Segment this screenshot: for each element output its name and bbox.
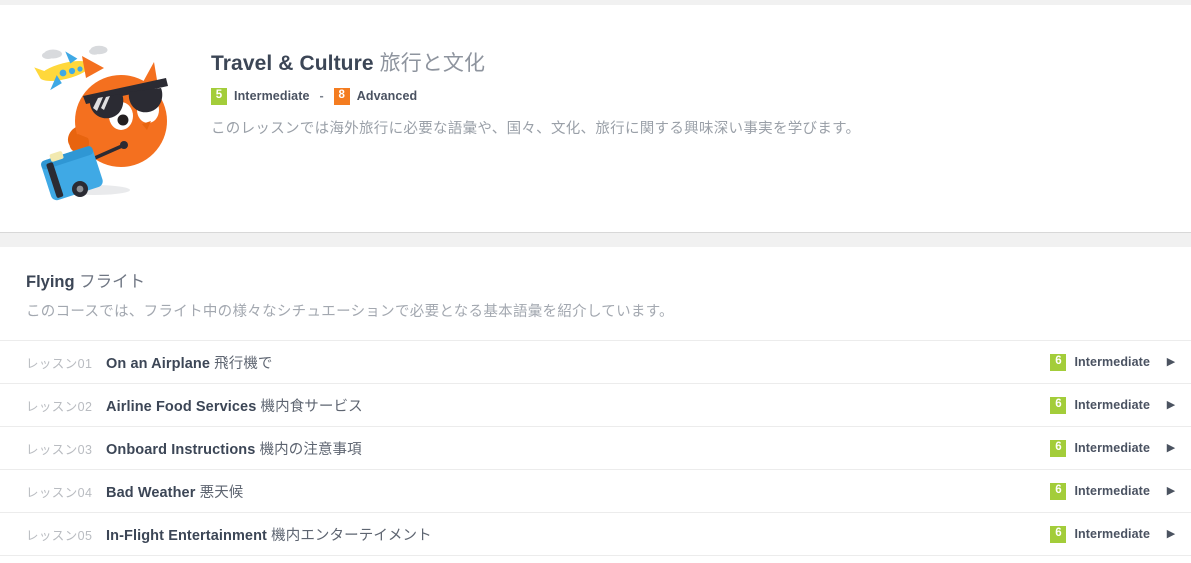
chevron-right-icon[interactable]: ▶ [1165, 399, 1177, 411]
lesson-level: 6 Intermediate ▶ [1050, 525, 1177, 543]
lesson-title: Bad Weather 悪天候 [106, 481, 1050, 502]
course-title: Flying フライト [26, 270, 1165, 294]
page-title-jp: 旅行と文化 [379, 52, 486, 75]
lesson-description: このレッスンでは海外旅行に必要な語彙や、国々、文化、旅行に関する興味深い事実を学… [211, 121, 861, 137]
level-range: 5 Intermediate - 8 Advanced [211, 87, 1151, 105]
level-badge-low: 5 [211, 87, 227, 105]
lesson-level: 6 Intermediate ▶ [1050, 353, 1177, 371]
lesson-level: 6 Intermediate ▶ [1050, 482, 1177, 500]
lesson-title: Onboard Instructions 機内の注意事項 [106, 438, 1050, 459]
chevron-right-icon[interactable]: ▶ [1165, 528, 1177, 540]
course-title-jp: フライト [79, 273, 146, 291]
lesson-title-jp: 悪天候 [199, 484, 244, 501]
lesson-title-jp: 機内食サービス [260, 398, 363, 415]
lesson-row[interactable]: レッスン03 Onboard Instructions 機内の注意事項 6 In… [0, 427, 1191, 470]
lesson-level-badge: 6 [1050, 482, 1067, 500]
lesson-header-text: Travel & Culture 旅行と文化 5 Intermediate - … [211, 49, 1151, 140]
level-separator: - [319, 89, 324, 103]
lesson-title: Airline Food Services 機内食サービス [106, 395, 1050, 416]
chevron-right-icon[interactable]: ▶ [1165, 356, 1177, 368]
lesson-title-jp: 飛行機で [214, 355, 273, 372]
lesson-row[interactable]: レッスン04 Bad Weather 悪天候 6 Intermediate ▶ [0, 470, 1191, 513]
lesson-level: 6 Intermediate ▶ [1050, 396, 1177, 414]
lesson-title-en: On an Airplane [106, 355, 215, 372]
chevron-right-icon[interactable]: ▶ [1165, 485, 1177, 497]
course-header: Flying フライト このコースでは、フライト中の様々なシチュエーションで必要… [0, 247, 1191, 340]
lesson-level-label: Intermediate [1074, 484, 1150, 498]
course-description: このコースでは、フライト中の様々なシチュエーションで必要となる基本語彙を紹介して… [26, 304, 674, 320]
lesson-title: In-Flight Entertainment 機内エンターテイメント [106, 524, 1050, 545]
lesson-title-en: Onboard Instructions [106, 441, 260, 458]
lesson-level-label: Intermediate [1074, 355, 1150, 369]
lesson-header: Travel & Culture 旅行と文化 5 Intermediate - … [0, 5, 1191, 232]
section-divider-band [0, 232, 1191, 247]
lesson-number: レッスン02 [26, 399, 93, 414]
lesson-row[interactable]: レッスン02 Airline Food Services 機内食サービス 6 I… [0, 384, 1191, 427]
cat-traveler-mascot-icon [26, 38, 191, 203]
chevron-right-icon[interactable]: ▶ [1165, 442, 1177, 454]
level-label-low: Intermediate [234, 89, 310, 103]
lesson-row[interactable]: レッスン05 In-Flight Entertainment 機内エンターテイメ… [0, 513, 1191, 556]
level-badge-high: 8 [333, 87, 350, 105]
lesson-title-en: Bad Weather [106, 484, 200, 501]
lesson-level-badge: 6 [1050, 396, 1067, 414]
lesson-level-label: Intermediate [1074, 398, 1150, 412]
page-title-en: Travel & Culture [211, 52, 380, 75]
lesson-level-badge: 6 [1050, 353, 1067, 371]
course-title-en: Flying [26, 273, 80, 291]
lesson-title-jp: 機内エンターテイメント [271, 527, 432, 544]
lesson-row[interactable]: レッスン01 On an Airplane 飛行機で 6 Intermediat… [0, 341, 1191, 384]
lesson-title-en: In-Flight Entertainment [106, 527, 272, 544]
lesson-level: 6 Intermediate ▶ [1050, 439, 1177, 457]
lesson-level-label: Intermediate [1074, 527, 1150, 541]
lesson-level-badge: 6 [1050, 439, 1067, 457]
lesson-number: レッスン03 [26, 442, 93, 457]
lesson-title-jp: 機内の注意事項 [259, 441, 362, 458]
lesson-number: レッスン05 [26, 528, 93, 543]
lesson-number: レッスン04 [26, 485, 93, 500]
level-label-high: Advanced [356, 89, 418, 103]
lesson-title: On an Airplane 飛行機で [106, 352, 1050, 373]
lesson-list: レッスン01 On an Airplane 飛行機で 6 Intermediat… [0, 340, 1191, 556]
lesson-level-label: Intermediate [1074, 441, 1150, 455]
lesson-title-en: Airline Food Services [106, 398, 261, 415]
lesson-number: レッスン01 [26, 356, 93, 371]
course-section: Flying フライト このコースでは、フライト中の様々なシチュエーションで必要… [0, 247, 1191, 556]
page-title: Travel & Culture 旅行と文化 [211, 49, 1151, 79]
lesson-level-badge: 6 [1050, 525, 1067, 543]
